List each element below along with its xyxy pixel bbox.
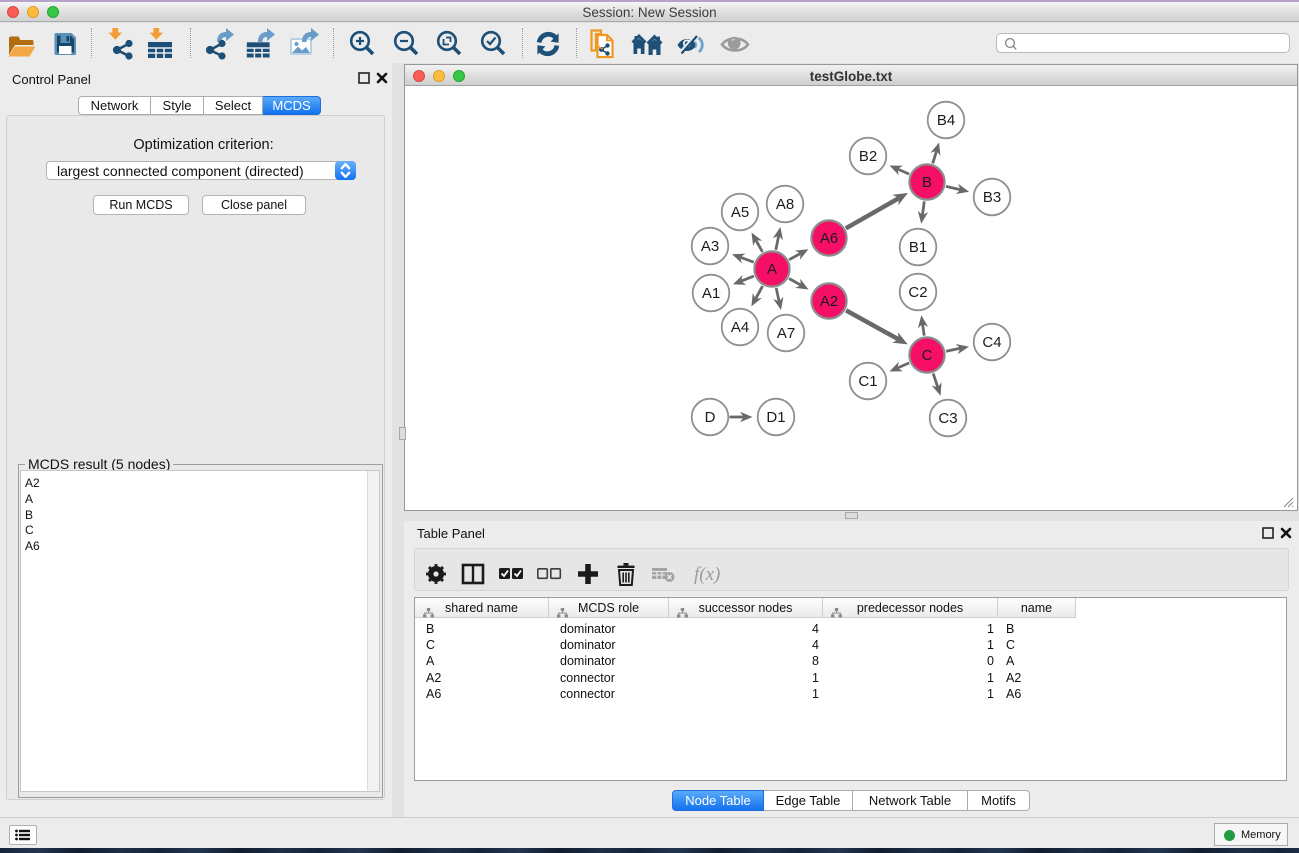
svg-text:B2: B2	[859, 148, 877, 165]
svg-text:D: D	[705, 409, 716, 426]
svg-text:C3: C3	[938, 410, 957, 427]
svg-text:D1: D1	[766, 409, 785, 426]
svg-text:A: A	[767, 261, 777, 278]
svg-text:B4: B4	[937, 112, 955, 129]
svg-text:A3: A3	[701, 238, 719, 255]
svg-text:C: C	[922, 347, 933, 364]
svg-text:C2: C2	[908, 284, 927, 301]
svg-text:A5: A5	[731, 204, 749, 221]
svg-text:A6: A6	[820, 230, 838, 247]
svg-text:f(x): f(x)	[694, 564, 720, 585]
svg-text:C4: C4	[982, 334, 1001, 351]
svg-text:A1: A1	[702, 285, 720, 302]
svg-text:B3: B3	[983, 189, 1001, 206]
svg-text:C1: C1	[858, 373, 877, 390]
svg-text:A8: A8	[776, 196, 794, 213]
svg-text:B: B	[922, 174, 932, 191]
svg-text:B1: B1	[909, 239, 927, 256]
svg-text:A2: A2	[820, 293, 838, 310]
svg-text:A7: A7	[777, 325, 795, 342]
svg-text:A4: A4	[731, 319, 749, 336]
